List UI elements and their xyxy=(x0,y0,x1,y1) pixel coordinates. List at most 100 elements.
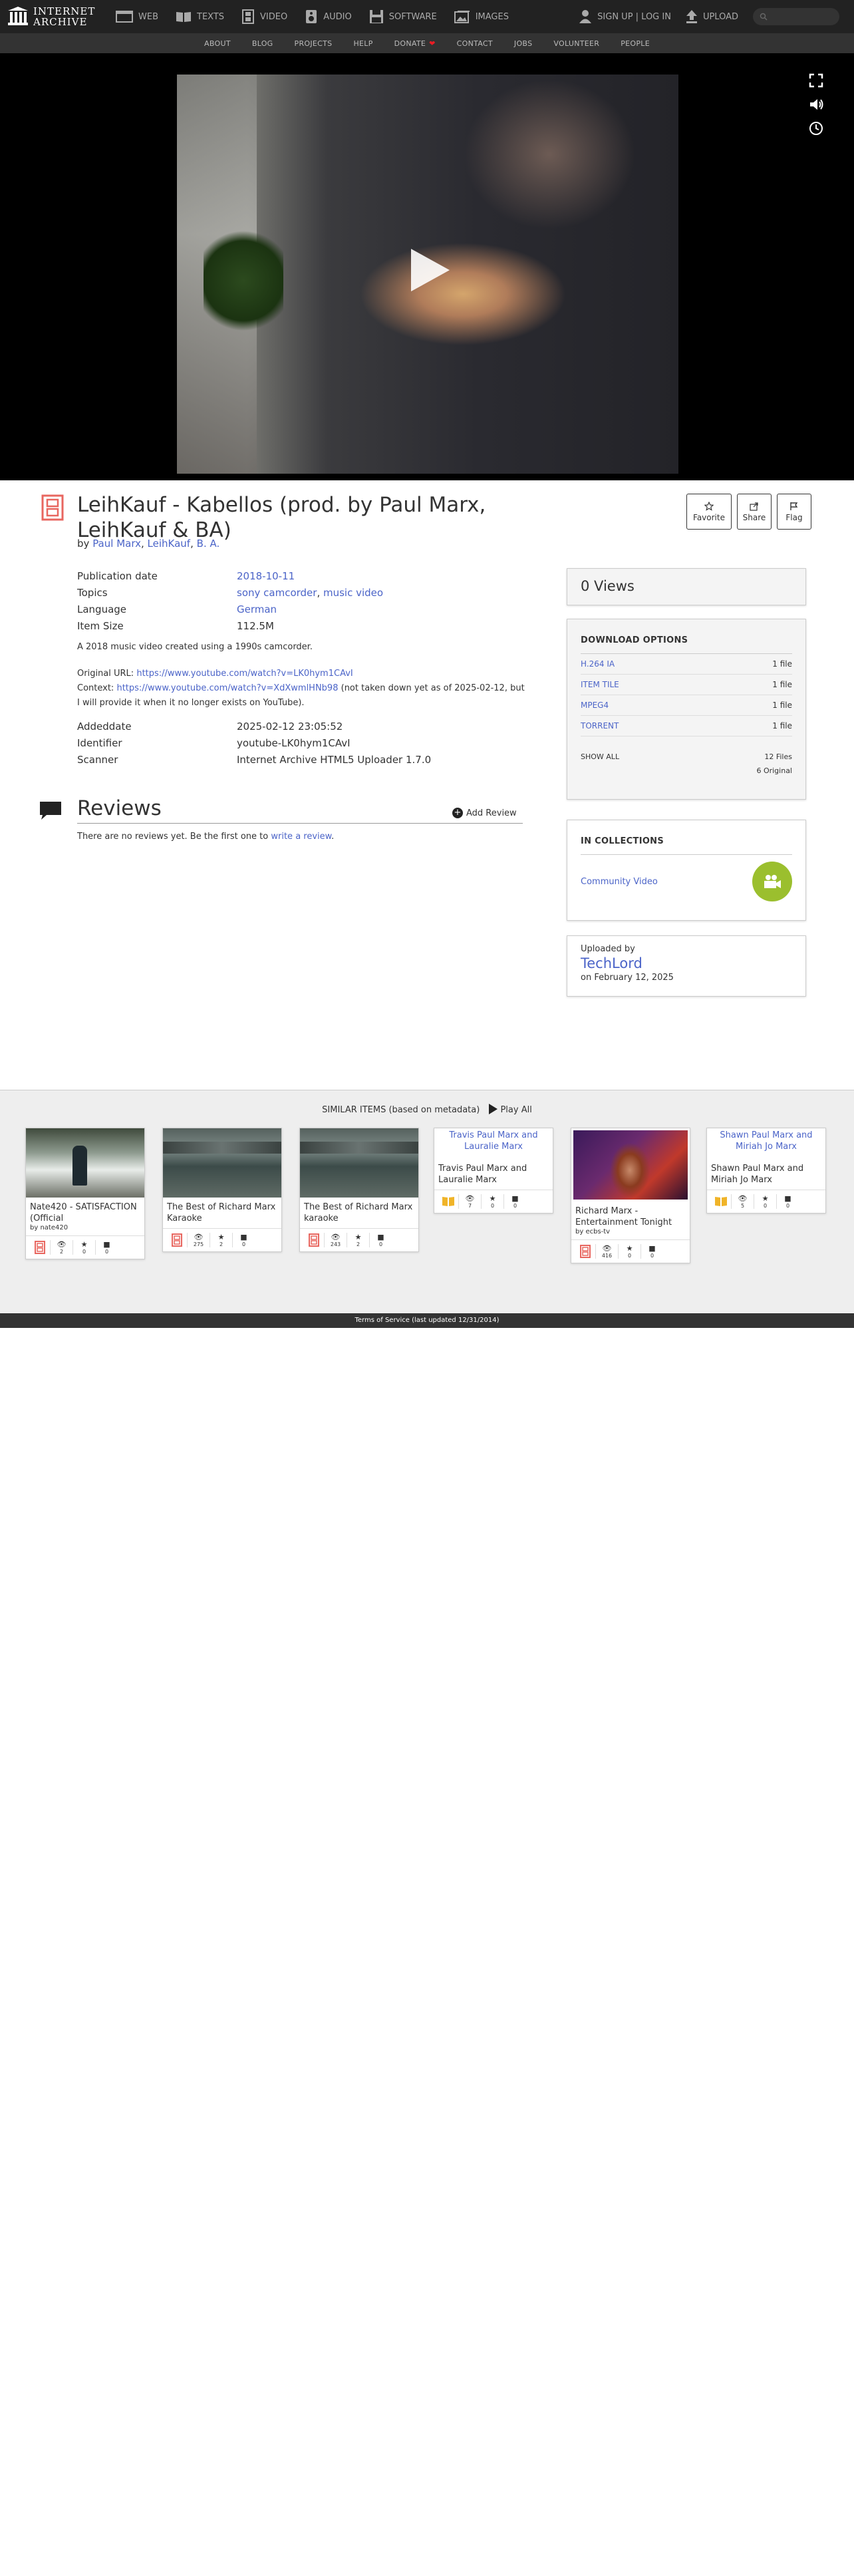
subnav-volunteer[interactable]: VOLUNTEER xyxy=(553,39,599,48)
creator-link-ba[interactable]: B. A. xyxy=(197,538,220,550)
logo-line-1: INTERNET xyxy=(33,5,96,17)
subnav-help[interactable]: HELP xyxy=(353,39,372,48)
views-count-box: 0 Views xyxy=(567,568,806,605)
collection-link-community-video[interactable]: Community Video xyxy=(581,877,658,887)
nav-audio[interactable]: AUDIO xyxy=(305,9,352,24)
similar-item-title[interactable]: Shawn Paul Marx and Miriah Jo Marx xyxy=(707,1152,825,1186)
share-button[interactable]: Share xyxy=(737,494,772,530)
play-all-button[interactable]: Play All xyxy=(482,1104,532,1115)
top-nav: INTERNET ARCHIVE WEB TEXTS VIDEO AUDIO S… xyxy=(0,0,854,33)
similar-item-thumbnail[interactable] xyxy=(26,1128,144,1198)
similar-item-broken-image[interactable]: Travis Paul Marx and Lauralie Marx xyxy=(434,1128,553,1152)
movie-film-icon xyxy=(41,494,64,524)
star-icon: ★ xyxy=(489,1194,496,1203)
subnav-donate[interactable]: DONATE ❤ xyxy=(394,39,436,48)
similar-item-thumbnail[interactable] xyxy=(300,1128,418,1198)
nav-web[interactable]: WEB xyxy=(116,9,158,24)
search-input[interactable] xyxy=(753,8,839,25)
floppy-disk-icon xyxy=(369,10,383,23)
similar-item-title[interactable]: The Best of Richard Marx Karaoke xyxy=(163,1198,281,1224)
topics-label: Topics xyxy=(77,587,108,599)
add-review-button[interactable]: + Add Review xyxy=(452,808,517,818)
eye-icon: 👁 xyxy=(194,1233,204,1241)
similar-item-card[interactable]: Shawn Paul Marx and Miriah Jo Marx Shawn… xyxy=(706,1128,826,1213)
similar-item-title[interactable]: Travis Paul Marx and Lauralie Marx xyxy=(434,1152,553,1186)
creator-link-paul-marx[interactable]: Paul Marx xyxy=(92,538,141,550)
by-prefix: by xyxy=(77,538,90,550)
topic-link-sony-camcorder[interactable]: sony camcorder xyxy=(237,587,317,599)
similar-item-thumbnail[interactable] xyxy=(573,1130,688,1200)
reviews-stat: 0 xyxy=(513,1203,517,1209)
download-link-h264[interactable]: H.264 IA xyxy=(581,654,615,674)
nav-software[interactable]: SOFTWARE xyxy=(369,9,437,24)
volume-icon[interactable] xyxy=(809,97,825,114)
subnav-jobs[interactable]: JOBS xyxy=(514,39,532,48)
archive-building-icon xyxy=(8,7,28,27)
speaker-icon xyxy=(306,10,317,23)
nav-web-label: WEB xyxy=(138,11,158,22)
play-icon[interactable] xyxy=(411,249,450,291)
write-review-link[interactable]: write a review xyxy=(271,832,331,842)
original-url-link[interactable]: https://www.youtube.com/watch?v=LK0hym1C… xyxy=(136,669,353,679)
download-link-mpeg4[interactable]: MPEG4 xyxy=(581,695,609,715)
comment-icon xyxy=(39,800,63,823)
signup-login-link[interactable]: SIGN UP | LOG IN xyxy=(579,9,671,24)
reviews-stat: 0 xyxy=(104,1249,109,1255)
description-text: A 2018 music video created using a 1990s… xyxy=(77,642,313,652)
topic-link-music-video[interactable]: music video xyxy=(323,587,383,599)
similar-item-card[interactable]: The Best of Richard Marx karaoke 👁 243 ★ 2… xyxy=(299,1128,419,1252)
context-url-link[interactable]: https://www.youtube.com/watch?v=XdXwmlHN… xyxy=(116,683,338,693)
community-video-badge[interactable] xyxy=(752,862,792,901)
similar-item-card[interactable]: Nate420 - SATISFACTION (Official by nate… xyxy=(25,1128,145,1259)
meta-row-pubdate: Publication date 2018-10-11 xyxy=(77,568,529,585)
size-value: 112.5M xyxy=(237,620,274,632)
favorite-label: Favorite xyxy=(693,512,725,522)
favorites-stat: 2 xyxy=(219,1241,223,1247)
similar-item-card[interactable]: Richard Marx - Entertainment Tonight by … xyxy=(571,1128,690,1263)
nav-texts[interactable]: TEXTS xyxy=(176,9,224,24)
eye-icon: 👁 xyxy=(465,1194,475,1203)
similar-item-title[interactable]: The Best of Richard Marx karaoke xyxy=(300,1198,418,1224)
similar-item-title[interactable]: Nate420 - SATISFACTION (Official xyxy=(26,1198,144,1224)
subnav-contact[interactable]: CONTACT xyxy=(457,39,493,48)
favorites-stat: 0 xyxy=(627,1253,632,1259)
nav-images[interactable]: IMAGES xyxy=(454,9,509,24)
terms-of-service-link[interactable]: Terms of Service (last updated 12/31/201… xyxy=(355,1317,499,1324)
upload-link[interactable]: UPLOAD xyxy=(686,9,738,24)
nav-texts-label: TEXTS xyxy=(197,11,225,22)
similar-item-card[interactable]: The Best of Richard Marx Karaoke 👁 275 ★ 2… xyxy=(162,1128,282,1252)
download-link-item-tile[interactable]: ITEM TILE xyxy=(581,675,619,695)
pubdate-link[interactable]: 2018-10-11 xyxy=(237,570,295,582)
similar-item-card[interactable]: Travis Paul Marx and Lauralie Marx Travi… xyxy=(434,1128,553,1213)
nav-audio-label: AUDIO xyxy=(323,11,352,22)
internet-archive-logo[interactable]: INTERNET ARCHIVE xyxy=(8,6,101,27)
star-icon: ★ xyxy=(762,1194,769,1203)
download-row-h264: H.264 IA 1 file xyxy=(581,654,792,675)
creator-link-leihkauf[interactable]: LeihKauf xyxy=(148,538,191,550)
favorites-stat: 0 xyxy=(82,1249,86,1255)
subnav-projects[interactable]: PROJECTS xyxy=(295,39,333,48)
share-icon xyxy=(750,502,758,511)
no-reviews-message: There are no reviews yet. Be the first o… xyxy=(77,832,334,842)
subnav-people[interactable]: PEOPLE xyxy=(621,39,650,48)
flag-button[interactable]: Flag xyxy=(777,494,811,530)
video-player[interactable] xyxy=(177,75,678,474)
subnav-about[interactable]: ABOUT xyxy=(204,39,231,48)
meta-row-size: Item Size 112.5M xyxy=(77,618,529,635)
download-link-torrent[interactable]: TORRENT xyxy=(581,716,619,736)
uploader-link[interactable]: TechLord xyxy=(581,954,792,973)
fullscreen-icon[interactable] xyxy=(809,73,825,90)
show-all-link[interactable]: SHOW ALL xyxy=(581,752,619,761)
similar-items-heading: SIMILAR ITEMS (based on metadata) xyxy=(322,1105,480,1115)
favorite-button[interactable]: Favorite xyxy=(686,494,732,530)
clock-icon[interactable] xyxy=(809,121,825,138)
subnav-blog[interactable]: BLOG xyxy=(252,39,273,48)
similar-item-broken-image[interactable]: Shawn Paul Marx and Miriah Jo Marx xyxy=(707,1128,825,1152)
language-link[interactable]: German xyxy=(237,603,277,615)
no-reviews-period: . xyxy=(331,832,335,842)
similar-item-thumbnail[interactable] xyxy=(163,1128,281,1198)
download-row-item-tile: ITEM TILE 1 file xyxy=(581,675,792,695)
nav-video[interactable]: VIDEO xyxy=(241,9,287,24)
similar-item-title[interactable]: Richard Marx - Entertainment Tonight xyxy=(571,1202,690,1228)
pubdate-label: Publication date xyxy=(77,570,158,582)
